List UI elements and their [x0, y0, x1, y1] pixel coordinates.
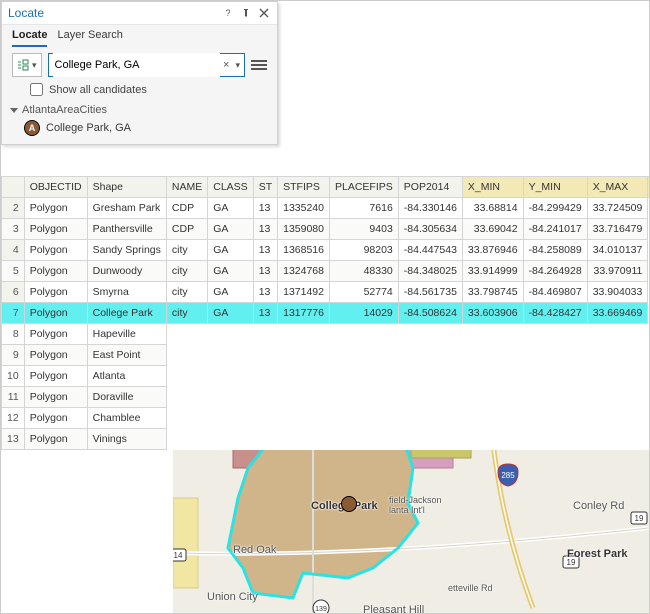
close-icon[interactable] — [257, 6, 271, 20]
label-forest: Forest Park — [567, 548, 628, 560]
locator-icon — [17, 59, 29, 71]
table-row[interactable]: 12PolygonChamblee — [2, 408, 650, 429]
table-row[interactable]: 4PolygonSandy SpringscityGA1313685169820… — [2, 240, 650, 261]
search-dropdown-icon[interactable]: ▾ — [235, 60, 240, 71]
col-y_min[interactable]: Y_MIN — [523, 177, 587, 198]
help-icon[interactable]: ? — [221, 6, 235, 20]
table-row[interactable]: 3PolygonPanthersvilleCDPGA1313590809403-… — [2, 219, 650, 240]
show-all-row: Show all candidates — [2, 83, 277, 104]
label-pleasant: Pleasant Hill — [363, 604, 424, 614]
col-pop2014[interactable]: POP2014 — [398, 177, 462, 198]
label-conley: Conley Rd — [573, 500, 624, 512]
locate-panel: Locate ? Locate Layer Search ▾ × ▾ Show … — [1, 1, 278, 145]
clear-icon[interactable]: × — [220, 59, 232, 71]
label-union: Union City — [207, 591, 258, 603]
show-all-label: Show all candidates — [49, 84, 147, 96]
autohide-icon[interactable] — [239, 6, 253, 20]
result-pin-icon: A — [24, 120, 40, 136]
results-section: AtlantaAreaCities A College Park, GA — [2, 104, 277, 144]
svg-text:19: 19 — [635, 514, 644, 523]
caret-down-icon — [10, 108, 18, 113]
table-row[interactable]: 6PolygonSmyrnacityGA13137149252774-84.56… — [2, 282, 650, 303]
shield-i285: 285 — [498, 464, 518, 486]
col-class[interactable]: CLASS — [208, 177, 253, 198]
search-input[interactable] — [53, 53, 221, 77]
col-x_min[interactable]: X_MIN — [462, 177, 523, 198]
table-row[interactable]: 11PolygonDoraville — [2, 387, 650, 408]
label-airport2: lanta Int'l — [389, 505, 425, 515]
panel-tabs: Locate Layer Search — [2, 25, 277, 47]
map-result-pin — [341, 496, 357, 512]
chevron-down-icon: ▾ — [32, 60, 37, 71]
tab-locate[interactable]: Locate — [12, 29, 47, 47]
result-item-label: College Park, GA — [46, 122, 131, 134]
options-menu-icon[interactable] — [251, 57, 267, 73]
label-redoak: Red Oak — [233, 544, 276, 556]
col-placefips[interactable]: PLACEFIPS — [330, 177, 399, 198]
panel-header: Locate ? — [2, 2, 277, 25]
svg-text:?: ? — [225, 8, 230, 18]
shield-us19b: 19 — [631, 512, 647, 524]
result-layer-header[interactable]: AtlantaAreaCities — [10, 104, 269, 116]
result-layer-name: AtlantaAreaCities — [22, 104, 107, 116]
poly-misc1 — [173, 498, 198, 588]
col-x_max[interactable]: X_MAX — [587, 177, 648, 198]
search-row: ▾ × ▾ — [2, 47, 277, 83]
col-shape[interactable]: Shape — [87, 177, 166, 198]
col-st[interactable]: ST — [253, 177, 277, 198]
table-row[interactable]: 9PolygonEast Point — [2, 345, 650, 366]
shield-ga139: 139 — [313, 600, 329, 614]
label-ette: etteville Rd — [448, 583, 493, 593]
col-objectid[interactable]: OBJECTID — [24, 177, 87, 198]
tab-layer-search[interactable]: Layer Search — [57, 29, 122, 47]
result-item[interactable]: A College Park, GA — [10, 116, 269, 136]
col-stfips[interactable]: STFIPS — [278, 177, 330, 198]
table-row[interactable]: 5PolygonDunwoodycityGA13132476848330-84.… — [2, 261, 650, 282]
table-header-row: OBJECTIDShapeNAMECLASSSTSTFIPSPLACEFIPSP… — [2, 177, 650, 198]
svg-text:285: 285 — [501, 471, 515, 480]
attribute-table[interactable]: OBJECTIDShapeNAMECLASSSTSTFIPSPLACEFIPSP… — [1, 176, 650, 450]
table-row[interactable]: 8PolygonHapeville — [2, 324, 650, 345]
table-row[interactable]: 10PolygonAtlanta — [2, 366, 650, 387]
table-row[interactable]: 2PolygonGresham ParkCDPGA1313352407616-8… — [2, 198, 650, 219]
locator-mode-button[interactable]: ▾ — [12, 53, 42, 77]
col-name[interactable]: NAME — [166, 177, 207, 198]
table-row[interactable]: 7PolygonCollege ParkcityGA13131777614029… — [2, 303, 650, 324]
label-airport1: field-Jackson — [389, 495, 442, 505]
show-all-checkbox[interactable] — [30, 83, 43, 96]
search-field[interactable]: × ▾ — [48, 53, 245, 77]
svg-text:139: 139 — [315, 606, 327, 613]
shield-us14: 14 — [173, 549, 186, 561]
svg-text:14: 14 — [174, 551, 183, 560]
table-row[interactable]: 13PolygonVinings — [2, 429, 650, 450]
panel-title: Locate — [8, 6, 217, 20]
table-body: 2PolygonGresham ParkCDPGA1313352407616-8… — [2, 198, 650, 450]
